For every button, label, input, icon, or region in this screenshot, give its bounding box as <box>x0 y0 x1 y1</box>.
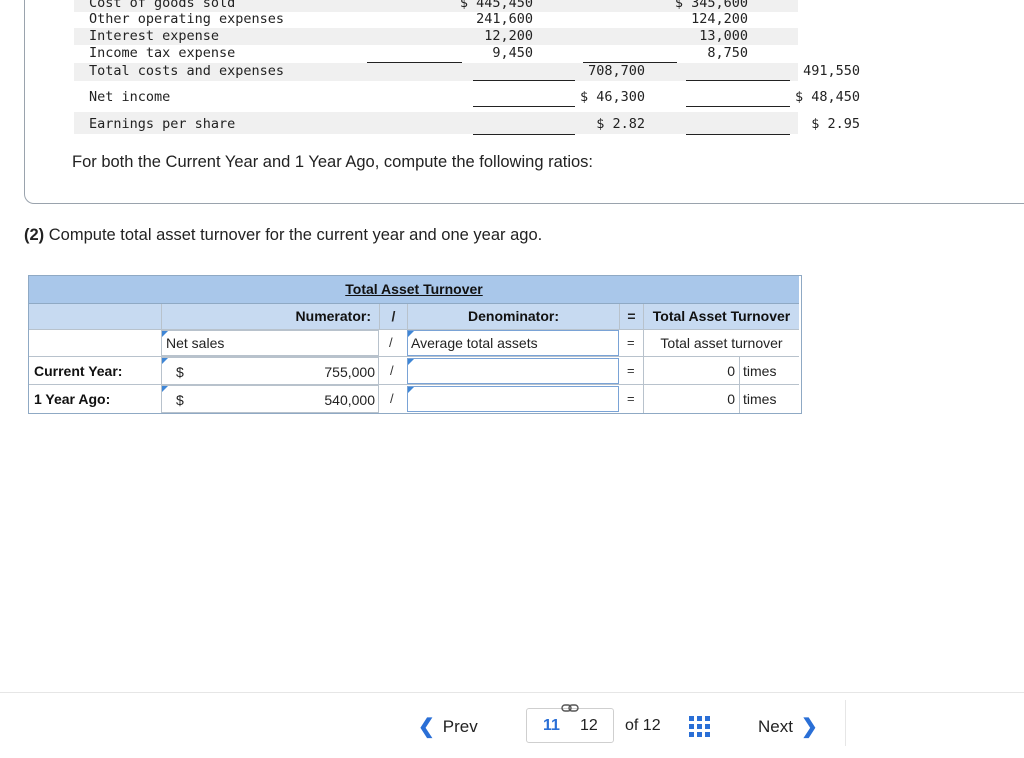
statement-row-label: Earnings per share <box>89 116 236 132</box>
grid-icon[interactable] <box>689 716 710 737</box>
statement-row-label: Net income <box>89 89 171 105</box>
statement-value-cy-detail: 9,450 <box>492 45 533 61</box>
numerator-value: 540,000 <box>324 392 375 408</box>
statement-row: Total costs and expenses 708,700 491,550 <box>74 63 860 81</box>
dropdown-marker-icon <box>162 331 168 337</box>
table-title: Total Asset Turnover <box>345 281 483 297</box>
table-header-row: Numerator: / Denominator: = Total Asset … <box>29 303 799 329</box>
statement-value-ya-detail: $ 345,600 <box>674 0 748 11</box>
statement-row-label: Interest expense <box>89 28 220 44</box>
statement-row: Net income $ 46,300 $ 48,450 <box>74 85 860 105</box>
statement-value-cy-total: 708,700 <box>588 63 645 79</box>
footer-divider <box>0 692 1024 693</box>
label-row-divide: / <box>389 335 393 350</box>
question-number: (2) <box>24 226 45 244</box>
statement-value-cy-total: $ 46,300 <box>579 89 645 105</box>
underline-rule <box>686 106 790 107</box>
header-divide: / <box>379 304 407 329</box>
instructions-text: For both the Current Year and 1 Year Ago… <box>72 153 594 171</box>
statement-row: Interest expense 12,200 13,000 <box>74 28 798 45</box>
statement-value-cy-detail: $ 445,450 <box>459 0 533 11</box>
statement-value-cy-detail: 12,200 <box>484 28 533 44</box>
denominator-label-field[interactable]: Average total assets <box>407 330 619 356</box>
row-equals: = <box>627 363 635 378</box>
link-icon <box>561 704 579 712</box>
denominator-label-text: Average total assets <box>411 335 538 351</box>
row-equals: = <box>627 391 635 406</box>
next-button[interactable]: Next ❯ <box>758 714 818 739</box>
header-numerator: Numerator: <box>161 304 379 329</box>
question-title: (2) Compute total asset turnover for the… <box>24 226 542 245</box>
table-title-row: Total Asset Turnover <box>29 276 799 303</box>
numerator-label-field[interactable]: Net sales <box>161 330 379 356</box>
result-unit: times <box>739 357 799 385</box>
header-empty-cell <box>29 304 161 329</box>
label-row-empty <box>29 330 161 357</box>
underline-rule <box>473 80 575 81</box>
statement-value-cy-total: $ 2.82 <box>596 116 645 132</box>
underline-rule <box>367 62 462 63</box>
table-row-current-year: Current Year: $ 755,000 / = 0 times <box>29 356 799 385</box>
statement-row-label: Total costs and expenses <box>89 63 285 79</box>
currency-symbol: $ <box>176 392 184 408</box>
underline-rule <box>583 62 677 63</box>
statement-value-ya-detail: 8,750 <box>707 45 748 61</box>
statement-value-ya-total: 491,550 <box>803 63 860 79</box>
row-label: 1 Year Ago: <box>34 391 111 407</box>
dropdown-marker-icon <box>162 358 168 364</box>
question-text: Compute total asset turnover for the cur… <box>44 226 543 244</box>
prev-button[interactable]: ❮ Prev <box>418 714 478 739</box>
dropdown-marker-icon <box>408 359 414 365</box>
underline-rule <box>686 134 790 135</box>
result-unit: times <box>739 385 799 413</box>
statement-value-ya-detail: 124,200 <box>691 11 748 27</box>
row-label: Current Year: <box>34 363 123 379</box>
header-equals: = <box>619 304 643 329</box>
statement-row: Other operating expenses 241,600 124,200 <box>74 11 798 28</box>
numerator-input-current-year[interactable]: $ 755,000 <box>161 357 379 385</box>
underline-rule <box>473 134 575 135</box>
table-row-one-year-ago: 1 Year Ago: $ 540,000 / = 0 times <box>29 384 799 413</box>
chevron-right-icon: ❯ <box>800 716 818 738</box>
underline-rule <box>686 80 790 81</box>
chevron-left-icon: ❮ <box>418 716 435 738</box>
dropdown-marker-icon <box>408 331 414 337</box>
next-label: Next <box>758 716 793 736</box>
denominator-input-one-year-ago[interactable] <box>407 386 619 412</box>
statement-row-label: Cost of goods sold <box>89 0 236 11</box>
statement-value-cy-detail: 241,600 <box>476 11 533 27</box>
statement-value-ya-total: $ 48,450 <box>794 89 860 105</box>
prev-label: Prev <box>442 716 478 736</box>
header-denominator: Denominator: <box>407 304 619 329</box>
currency-symbol: $ <box>176 364 184 380</box>
page-current-number[interactable]: 12 <box>580 717 598 735</box>
result-value-one-year-ago: 0 <box>643 385 739 413</box>
dropdown-marker-icon <box>162 386 168 392</box>
statement-row-label: Other operating expenses <box>89 11 285 27</box>
denominator-input-current-year[interactable] <box>407 358 619 384</box>
numerator-label-text: Net sales <box>166 335 225 351</box>
row-divide: / <box>390 391 394 406</box>
statement-value-ya-total: $ 2.95 <box>811 116 860 132</box>
numerator-input-one-year-ago[interactable]: $ 540,000 <box>161 385 379 413</box>
underline-rule <box>473 106 575 107</box>
row-divide: / <box>390 363 394 378</box>
page-prev-number[interactable]: 11 <box>543 717 560 735</box>
statement-value-ya-detail: 13,000 <box>699 28 748 44</box>
dropdown-marker-icon <box>408 387 414 393</box>
ratio-table: Total Asset Turnover Numerator: / Denomi… <box>28 275 802 414</box>
page-total: of 12 <box>625 717 661 734</box>
statement-row-label: Income tax expense <box>89 45 236 61</box>
result-value-current-year: 0 <box>643 357 739 385</box>
label-row: Net sales / Average total assets = Total… <box>29 329 799 357</box>
result-label: Total asset turnover <box>643 330 799 357</box>
header-result: Total Asset Turnover <box>643 304 799 329</box>
numerator-value: 755,000 <box>324 364 375 380</box>
statement-row: Earnings per share $ 2.82 $ 2.95 <box>74 112 860 134</box>
footer-separator <box>845 700 846 746</box>
statement-row: Income tax expense 9,450 8,750 <box>74 45 798 62</box>
label-row-equals: = <box>627 335 635 350</box>
